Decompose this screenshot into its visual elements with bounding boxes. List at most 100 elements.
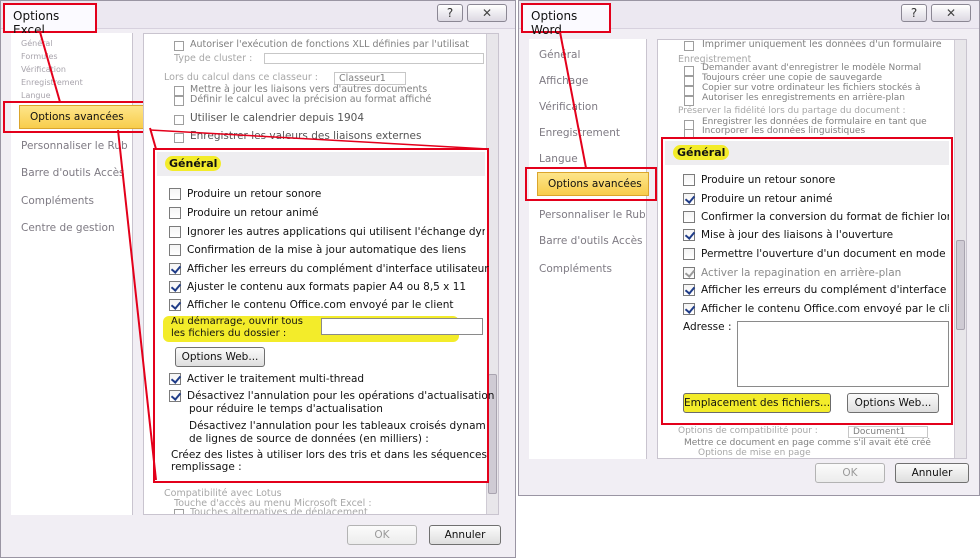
word-option-office-content[interactable]: Afficher le contenu Office.com envoyé pa…	[683, 301, 949, 317]
excel-help-button[interactable]: ?	[437, 4, 463, 22]
word-nav-item-customize-ribbon[interactable]: Personnaliser le Rub	[539, 209, 645, 221]
excel-ok-button[interactable]: OK	[347, 525, 417, 545]
word-checkbox[interactable]	[684, 76, 694, 86]
label: Confirmation de la mise à jour automatiq…	[187, 244, 467, 256]
checkbox[interactable]	[683, 248, 695, 260]
label: Activer le traitement multi-thread	[187, 373, 365, 385]
excel-nav-item-save[interactable]: Enregistrement	[21, 78, 83, 87]
word-scrollbar[interactable]	[954, 40, 966, 458]
checkbox[interactable]	[169, 244, 181, 256]
label: Produire un retour animé	[187, 207, 319, 219]
excel-option-disable-undo-cont: pour réduire le temps d'actualisation	[189, 403, 383, 415]
word-file-locations-button[interactable]: Emplacement des fichiers...	[683, 393, 831, 413]
word-web-options-button[interactable]: Options Web...	[847, 393, 939, 413]
excel-checkbox[interactable]	[174, 41, 184, 51]
word-nav-item-display[interactable]: Affichage	[539, 75, 588, 87]
word-address-textarea[interactable]	[737, 321, 949, 387]
word-scroll-thumb[interactable]	[956, 240, 965, 330]
word-option-update-links[interactable]: Mise à jour des liaisons à l'ouverture	[683, 227, 893, 243]
word-section-header: Général	[665, 141, 949, 165]
word-nav-item-addins[interactable]: Compléments	[539, 263, 612, 275]
excel-checkbox[interactable]	[174, 86, 184, 96]
excel-option-multithread[interactable]: Activer le traitement multi-thread	[169, 371, 364, 387]
word-nav-item-save[interactable]: Enregistrement	[539, 127, 620, 139]
excel-startup-folder-input[interactable]	[321, 318, 483, 335]
excel-checkbox[interactable]	[174, 509, 184, 514]
excel-web-options-button[interactable]: Options Web...	[175, 347, 265, 367]
excel-nav-item-customize-ribbon[interactable]: Personnaliser le Rub	[21, 140, 133, 152]
label: Produire un retour sonore	[187, 188, 322, 200]
excel-option-animation[interactable]: Produire un retour animé	[169, 205, 319, 221]
word-ok-button[interactable]: OK	[815, 463, 885, 483]
excel-nav-item-addins[interactable]: Compléments	[21, 195, 94, 207]
excel-close-button[interactable]: ✕	[467, 4, 507, 22]
excel-nav-item-quick-access[interactable]: Barre d'outils Accès	[21, 167, 133, 179]
word-nav-item-proofing[interactable]: Vérification	[539, 101, 598, 113]
excel-nav-item-language[interactable]: Langue	[21, 91, 51, 100]
word-checkbox[interactable]	[684, 96, 694, 106]
word-option-draft-view[interactable]: Permettre l'ouverture d'un document en m…	[683, 246, 949, 262]
word-nav-item-general[interactable]: Général	[539, 49, 580, 61]
excel-option-ignore-dde[interactable]: Ignorer les autres applications qui util…	[169, 224, 485, 240]
word-option-animation[interactable]: Produire un retour animé	[683, 191, 833, 207]
word-checkbox[interactable]	[684, 86, 694, 96]
excel-nav-item-formulas[interactable]: Formules	[21, 52, 58, 61]
excel-startup-label-1: Au démarrage, ouvrir tous	[171, 316, 303, 327]
excel-nav-item-trust-center[interactable]: Centre de gestion	[21, 222, 133, 234]
excel-calc-workbook-label: Lors du calcul dans ce classeur :	[164, 72, 318, 83]
word-nav-item-language[interactable]: Langue	[539, 153, 578, 165]
checkbox[interactable]	[169, 207, 181, 219]
checkbox-checked[interactable]	[683, 229, 695, 241]
checkbox-checked[interactable]	[683, 303, 695, 315]
excel-general-section: Général Produire un retour sonore Produi…	[153, 148, 494, 483]
excel-option-addin-errors[interactable]: Afficher les erreurs du complément d'int…	[169, 261, 489, 277]
word-nav-item-advanced[interactable]: Options avancées	[537, 172, 649, 196]
word-checkbox[interactable]	[684, 41, 694, 51]
label: Produire un retour sonore	[701, 174, 836, 186]
excel-checkbox[interactable]	[174, 115, 184, 125]
label: Produire un retour animé	[701, 193, 833, 205]
excel-cluster-type-label: Type de cluster :	[174, 53, 253, 64]
checkbox[interactable]	[683, 211, 695, 223]
excel-checkbox[interactable]	[174, 133, 184, 143]
checkbox-checked[interactable]	[683, 284, 695, 296]
excel-checkbox[interactable]	[174, 96, 184, 106]
word-nav-panel: Général Affichage Vérification Enregistr…	[529, 39, 647, 459]
excel-nav-item-general[interactable]: Général	[21, 39, 53, 48]
word-option-confirm-conversion[interactable]: Confirmer la conversion du format de fic…	[683, 209, 949, 225]
word-close-button[interactable]: ✕	[931, 4, 971, 22]
checkbox-checked[interactable]	[169, 263, 181, 275]
label: Afficher les erreurs du complément d'int…	[701, 284, 949, 296]
checkbox[interactable]	[169, 188, 181, 200]
checkbox-checked[interactable]	[169, 299, 181, 311]
checkbox[interactable]	[169, 226, 181, 238]
checkbox[interactable]	[683, 174, 695, 186]
word-nav-item-quick-access[interactable]: Barre d'outils Accès	[539, 235, 645, 247]
label: Afficher le contenu Office.com envoyé pa…	[187, 299, 454, 311]
checkbox-checked[interactable]	[169, 373, 181, 385]
word-compat-document-select[interactable]: Document1	[848, 426, 928, 438]
excel-option-confirm-links[interactable]: Confirmation de la mise à jour automatiq…	[169, 242, 466, 258]
word-option-linguistic: Incorporer les données linguistiques	[702, 126, 866, 136]
checkbox-checked[interactable]	[169, 390, 181, 402]
word-layout-options: Options de mise en page	[698, 448, 811, 458]
word-checkbox[interactable]	[684, 66, 694, 76]
excel-nav-item-proofing[interactable]: Vérification	[21, 65, 66, 74]
checkbox-checked[interactable]	[683, 193, 695, 205]
word-address-label: Adresse :	[683, 321, 732, 333]
excel-nav-item-advanced[interactable]: Options avancées	[19, 105, 147, 129]
excel-option-precision: Définir le calcul avec la précision au f…	[190, 94, 432, 105]
excel-cluster-type-field[interactable]	[264, 53, 484, 64]
word-option-sound[interactable]: Produire un retour sonore	[683, 172, 835, 188]
excel-option-sound[interactable]: Produire un retour sonore	[169, 186, 321, 202]
word-option-prompt-normal: Demander avant d'enregistrer le modèle N…	[702, 63, 922, 73]
word-option-background-save: Autoriser les enregistrements en arrière…	[702, 93, 905, 103]
excel-option-office-content[interactable]: Afficher le contenu Office.com envoyé pa…	[169, 297, 454, 313]
checkbox-checked[interactable]	[169, 281, 181, 293]
excel-option-disable-undo[interactable]: Désactivez l'annulation pour les opérati…	[169, 388, 494, 404]
excel-option-paper-size[interactable]: Ajuster le contenu aux formats papier A4…	[169, 279, 466, 295]
word-help-button[interactable]: ?	[901, 4, 927, 22]
word-cancel-button[interactable]: Annuler	[895, 463, 969, 483]
word-option-addin-errors[interactable]: Afficher les erreurs du complément d'int…	[683, 282, 949, 298]
excel-cancel-button[interactable]: Annuler	[429, 525, 501, 545]
